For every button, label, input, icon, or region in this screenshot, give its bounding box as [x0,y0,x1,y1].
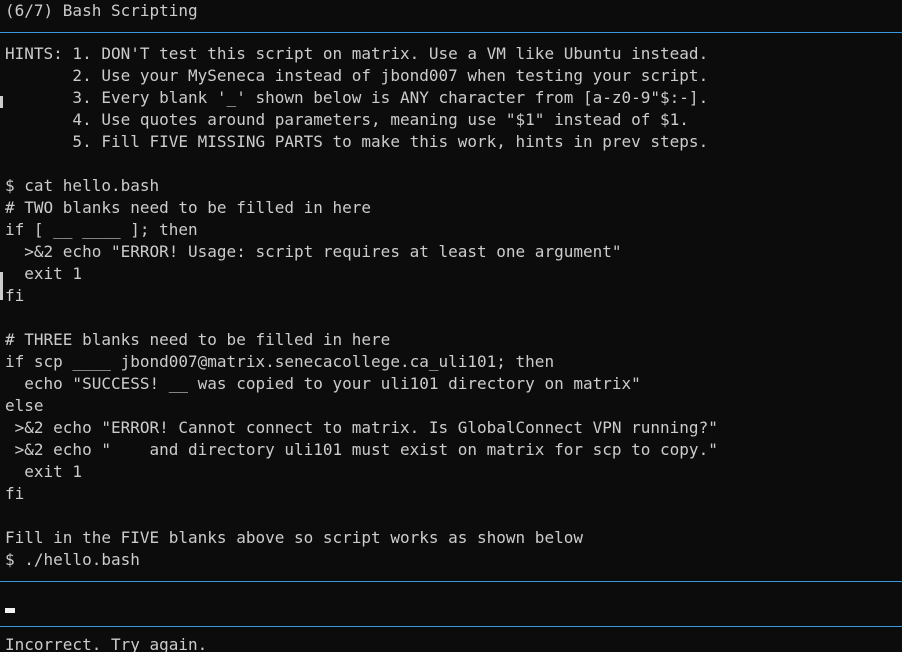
input-cursor[interactable] [5,608,15,613]
hint-line-2: 2. Use your MySeneca instead of jbond007… [5,66,709,85]
script-line: fi [5,286,25,305]
script-line: exit 1 [5,264,83,283]
instruction-line: Fill in the FIVE blanks above so script … [5,528,583,547]
divider-input-top [0,581,902,582]
script-line: else [5,396,44,415]
script-line: >&2 echo " and directory uli101 must exi… [5,440,718,459]
terminal-window[interactable]: (6/7) Bash Scripting HINTS: 1. DON'T tes… [0,0,902,652]
script-line: echo "SUCCESS! __ was copied to your uli… [5,374,641,393]
divider-input-bottom [0,626,902,627]
hint-line-5: 5. Fill FIVE MISSING PARTS to make this … [5,132,709,151]
hint-line-4: 4. Use quotes around parameters, meaning… [5,110,689,129]
divider-top [0,32,902,33]
script-line: exit 1 [5,462,83,481]
script-line: >&2 echo "ERROR! Cannot connect to matri… [5,418,718,437]
script-line: # THREE blanks need to be filled in here [5,330,391,349]
command-line: $ ./hello.bash [5,550,140,569]
hint-line-3: 3. Every blank '_' shown below is ANY ch… [5,88,709,107]
feedback-message: Incorrect. Try again. [5,635,208,652]
script-line: fi [5,484,25,503]
script-line: # TWO blanks need to be filled in here [5,198,372,217]
script-line: $ cat hello.bash [5,176,160,195]
script-line: >&2 echo "ERROR! Usage: script requires … [5,242,622,261]
script-line: if [ __ ____ ]; then [5,220,198,239]
window-edge-mark [0,272,3,300]
window-edge-mark [0,96,3,108]
lesson-title: (6/7) Bash Scripting [5,1,198,20]
hint-line-1: HINTS: 1. DON'T test this script on matr… [5,44,709,63]
script-line: if scp ____ jbond007@matrix.senecacolleg… [5,352,555,371]
